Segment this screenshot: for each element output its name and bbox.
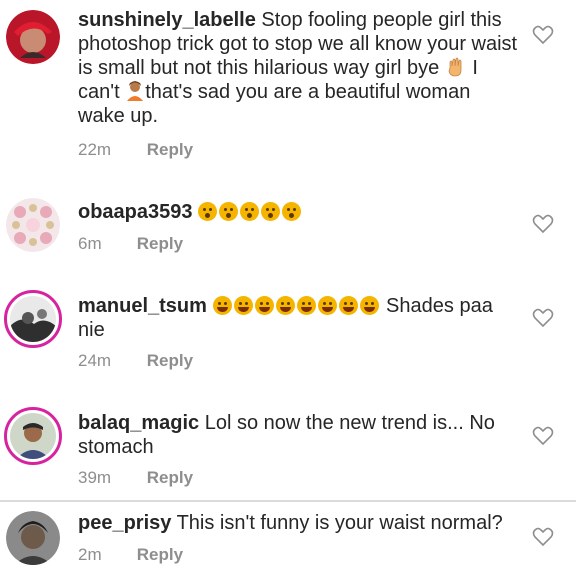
woman-gesturing-icon bbox=[127, 81, 144, 101]
grinning-squinting-icon bbox=[359, 296, 379, 315]
comment-body: balaq_magic Lol so now the new trend is.… bbox=[78, 411, 518, 459]
avatar[interactable] bbox=[4, 290, 62, 348]
comment-time: 24m bbox=[78, 351, 112, 370]
avatar[interactable] bbox=[4, 407, 62, 465]
comment-body: manuel_tsum Shades paa nie bbox=[78, 294, 518, 342]
comment-meta: 22m Reply bbox=[78, 140, 193, 160]
avatar[interactable] bbox=[6, 10, 60, 64]
reply-button[interactable]: Reply bbox=[137, 234, 183, 253]
heart-outline-icon[interactable] bbox=[532, 527, 554, 547]
rolling-laughing-icon bbox=[212, 296, 232, 315]
comment-username[interactable]: obaapa3593 bbox=[78, 201, 193, 223]
heart-outline-icon[interactable] bbox=[532, 308, 554, 328]
waving-hand-icon bbox=[448, 57, 462, 77]
heart-outline-icon[interactable] bbox=[532, 426, 554, 446]
heart-outline-icon[interactable] bbox=[532, 25, 554, 45]
comment-body: obaapa3593 bbox=[78, 200, 518, 224]
comment-username[interactable]: balaq_magic bbox=[78, 412, 199, 434]
hushed-face-icon bbox=[198, 202, 218, 221]
emoji-row bbox=[198, 201, 303, 223]
comment-username[interactable]: pee_prisy bbox=[78, 512, 171, 534]
emoji-row bbox=[212, 295, 381, 317]
worried-face-icon bbox=[282, 202, 302, 221]
avatar[interactable] bbox=[6, 198, 60, 252]
avatar-image bbox=[10, 413, 56, 459]
comment-meta: 6m Reply bbox=[78, 234, 183, 254]
worried-face-icon bbox=[261, 202, 281, 221]
reply-button[interactable]: Reply bbox=[147, 468, 193, 487]
reply-button[interactable]: Reply bbox=[147, 140, 193, 159]
comment-text: This isn't funny is your waist normal? bbox=[176, 512, 503, 534]
comment-meta: 2m Reply bbox=[78, 545, 183, 565]
rolling-laughing-icon bbox=[296, 296, 316, 315]
reply-button[interactable]: Reply bbox=[137, 545, 183, 564]
comment-body: sunshinely_labelle Stop fooling people g… bbox=[78, 8, 518, 128]
comment-time: 6m bbox=[78, 234, 102, 253]
divider bbox=[0, 500, 576, 502]
comment-meta: 39m Reply bbox=[78, 468, 193, 488]
comment-time: 22m bbox=[78, 140, 112, 159]
hushed-face-icon bbox=[240, 202, 260, 221]
comment-username[interactable]: manuel_tsum bbox=[78, 295, 207, 317]
comment-meta: 24m Reply bbox=[78, 351, 193, 371]
rolling-laughing-icon bbox=[275, 296, 295, 315]
comment-username[interactable]: sunshinely_labelle bbox=[78, 9, 256, 31]
comment-body: pee_prisy This isn't funny is your waist… bbox=[78, 511, 528, 535]
rolling-laughing-icon bbox=[317, 296, 337, 315]
heart-outline-icon[interactable] bbox=[532, 214, 554, 234]
rolling-laughing-icon bbox=[338, 296, 358, 315]
rolling-laughing-icon bbox=[254, 296, 274, 315]
reply-button[interactable]: Reply bbox=[147, 351, 193, 370]
rolling-laughing-icon bbox=[233, 296, 253, 315]
hushed-face-icon bbox=[219, 202, 239, 221]
avatar[interactable] bbox=[6, 511, 60, 565]
comment-time: 39m bbox=[78, 468, 112, 487]
comment-time: 2m bbox=[78, 545, 102, 564]
avatar-image bbox=[10, 296, 56, 342]
